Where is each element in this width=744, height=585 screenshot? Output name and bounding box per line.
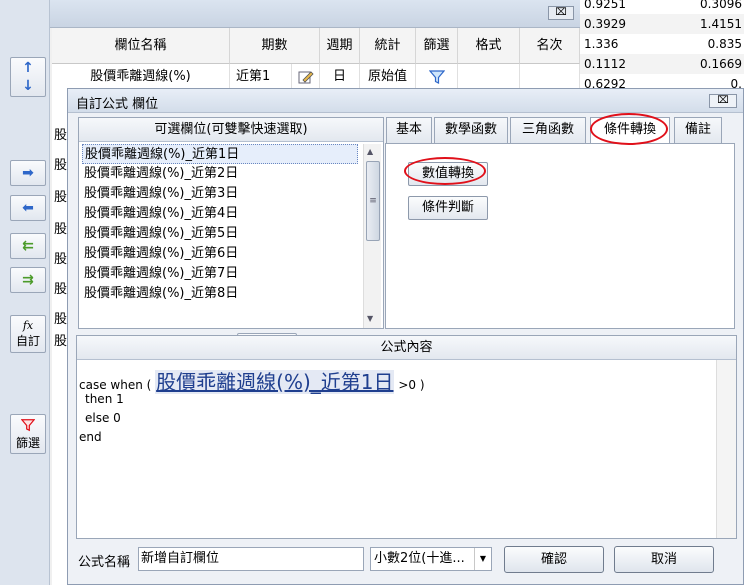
data-cell: 0.1669 <box>700 57 742 71</box>
column-header-format[interactable]: 格式 <box>458 28 520 64</box>
formula-line: else 0 <box>85 411 121 425</box>
move-right-button[interactable]: ➡ <box>10 160 46 186</box>
double-arrow-right-icon: ⇉ <box>22 272 34 288</box>
tab-notes[interactable]: 備註 <box>674 117 722 143</box>
data-cell: 1.4151 <box>700 17 742 31</box>
data-row: 1.336 0.835 <box>580 34 744 54</box>
tab-trig-functions[interactable]: 三角函數 <box>510 117 586 143</box>
bg-row-stub: 股 <box>54 128 68 143</box>
column-header-period[interactable]: 期數 <box>230 28 320 64</box>
fx-icon: fx <box>22 319 34 332</box>
data-row: 0.1112 0.1669 <box>580 54 744 74</box>
arrow-down-icon: ↓ <box>22 78 34 94</box>
row-stat[interactable]: 原始值 <box>360 64 416 90</box>
data-cell: 0.835 <box>707 37 742 51</box>
field-list-item[interactable]: 股價乖離週線(%)_近第4日 <box>82 204 358 224</box>
field-list-scrollbar[interactable]: ▲ ≡ ▼ <box>363 144 381 328</box>
field-list-item[interactable]: 股價乖離週線(%)_近第1日 <box>82 144 358 164</box>
tab-condition-convert[interactable]: 條件轉換 <box>590 117 670 145</box>
bg-row-stub: 股 <box>54 334 68 349</box>
data-row: 0.9251 0.3096 <box>580 0 744 14</box>
move-all-right-button[interactable]: ⇉ <box>10 267 46 293</box>
formula-line: end <box>79 430 102 444</box>
cancel-button[interactable]: 取消 <box>614 546 714 573</box>
confirm-button[interactable]: 確認 <box>504 546 604 573</box>
field-list-item[interactable]: 股價乖離週線(%)_近第8日 <box>82 284 358 304</box>
field-list-item[interactable]: 股價乖離週線(%)_近第7日 <box>82 264 358 284</box>
formula-line: case when ( 股價乖離週線(%)_近第1日 >0 ) <box>79 366 425 395</box>
formula-text: case when ( <box>79 378 152 392</box>
scroll-up-icon[interactable]: ▲ <box>367 147 373 156</box>
bg-data-panel: 0.9251 0.3096 0.3929 1.4151 1.336 0.835 0.1… <box>580 0 744 94</box>
data-row: 0.3929 1.4151 <box>580 14 744 34</box>
bg-window-close-button[interactable]: ⌧ <box>548 6 574 20</box>
formula-text: >0 ) <box>398 378 425 392</box>
tab-math-functions[interactable]: 數學函數 <box>434 117 508 143</box>
row-rank[interactable] <box>520 64 580 90</box>
filter-funnel-icon[interactable] <box>416 64 458 90</box>
formula-line: then 1 <box>85 392 124 406</box>
tab-basic[interactable]: 基本 <box>386 117 432 143</box>
formula-editor[interactable]: 公式內容 case when ( 股價乖離週線(%)_近第1日 >0 ) the… <box>76 335 737 539</box>
custom-formula-dialog: 自訂公式 欄位 ⌧ 可選欄位(可雙擊快速選取) 股價乖離週線(%)_近第1日 股… <box>67 88 744 585</box>
formula-name-input[interactable]: 新增自訂欄位 <box>138 547 364 571</box>
move-up-down-button[interactable]: ↑ ↓ <box>10 57 46 97</box>
column-header-cycle[interactable]: 週期 <box>320 28 360 64</box>
filter-funnel-icon <box>20 419 36 432</box>
formula-scrollbar[interactable] <box>716 360 736 538</box>
column-header-rank[interactable]: 名次 <box>520 28 580 64</box>
chevron-down-icon[interactable]: ▼ <box>474 548 491 570</box>
column-header-stat[interactable]: 統計 <box>360 28 416 64</box>
dialog-close-button[interactable]: ⌧ <box>709 94 737 108</box>
field-list-item[interactable]: 股價乖離週線(%)_近第5日 <box>82 224 358 244</box>
data-cell: 0.3096 <box>700 0 742 11</box>
row-field-name[interactable]: 股價乖離週線(%) <box>52 64 230 90</box>
condition-judge-button[interactable]: 條件判斷 <box>408 196 488 220</box>
bg-row-stub: 股 <box>54 312 68 327</box>
formula-name-label: 公式名稱 <box>78 555 131 570</box>
filter-label: 篩選 <box>15 436 40 450</box>
bg-row-stub: 股 <box>54 190 68 205</box>
data-cell: 0.1112 <box>584 57 626 71</box>
arrow-left-icon: ⬅ <box>22 200 34 216</box>
bg-row-stub: 股 <box>54 222 68 237</box>
bg-row-stub: 股 <box>54 282 68 297</box>
formula-header: 公式內容 <box>77 336 736 360</box>
move-left-button[interactable]: ⬅ <box>10 195 46 221</box>
formula-field-token[interactable]: 股價乖離週線(%)_近第1日 <box>155 370 395 394</box>
row-format[interactable] <box>458 64 520 90</box>
arrow-up-icon: ↑ <box>22 60 34 76</box>
bg-window-titlebar <box>50 0 580 28</box>
row-period[interactable]: 近第1 <box>230 64 292 90</box>
field-list-panel: 可選欄位(可雙擊快速選取) 股價乖離週線(%)_近第1日 股價乖離週線(%)_近… <box>78 117 384 354</box>
column-header-name[interactable]: 欄位名稱 <box>52 28 230 64</box>
arrow-right-icon: ➡ <box>22 165 34 181</box>
move-all-left-button[interactable]: ⇇ <box>10 233 46 259</box>
field-list-item[interactable]: 股價乖離週線(%)_近第6日 <box>82 244 358 264</box>
scroll-thumb[interactable]: ≡ <box>366 161 380 241</box>
dialog-titlebar[interactable] <box>68 89 743 113</box>
value-convert-button[interactable]: 數值轉換 <box>408 162 488 186</box>
edit-period-icon[interactable] <box>292 64 320 90</box>
double-arrow-left-icon: ⇇ <box>22 238 34 254</box>
custom-label: 自訂 <box>15 334 40 348</box>
custom-formula-button[interactable]: fx 自訂 <box>10 315 46 353</box>
scroll-down-icon[interactable]: ▼ <box>367 314 373 323</box>
field-list-item[interactable]: 股價乖離週線(%)_近第3日 <box>82 184 358 204</box>
data-cell: 0.9251 <box>584 0 626 11</box>
bg-row-stub: 股 <box>54 252 68 267</box>
field-list-header: 可選欄位(可雙擊快速選取) <box>79 118 383 142</box>
bg-row-stub: 股 <box>54 158 68 173</box>
field-list-item[interactable]: 股價乖離週線(%)_近第2日 <box>82 164 358 184</box>
column-header-filter[interactable]: 篩選 <box>416 28 458 64</box>
condition-convert-pane: 數值轉換 條件判斷 <box>385 143 735 329</box>
filter-button[interactable]: 篩選 <box>10 414 46 454</box>
data-cell: 1.336 <box>584 37 619 51</box>
dialog-title: 自訂公式 欄位 <box>76 97 159 112</box>
data-cell: 0.3929 <box>584 17 626 31</box>
row-cycle[interactable]: 日 <box>320 64 360 90</box>
